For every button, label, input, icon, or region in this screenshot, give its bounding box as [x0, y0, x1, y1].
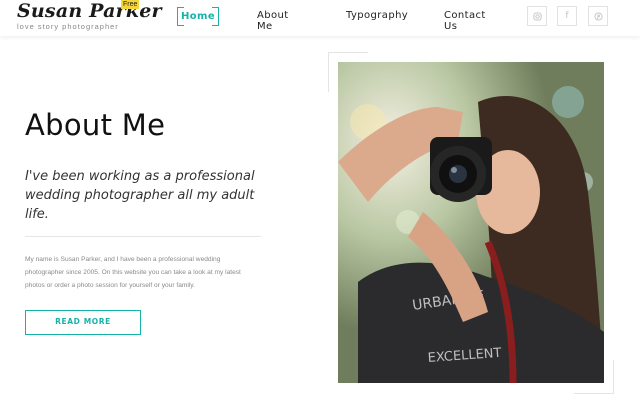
lead-text: I've been working as a professional wedd…	[25, 169, 255, 222]
frame-corner-top	[328, 52, 368, 53]
logo-name[interactable]: Susan Parker	[17, 0, 162, 22]
divider	[25, 236, 261, 237]
free-badge: Free	[121, 0, 140, 9]
nav-contact-us[interactable]: Contact Us	[444, 10, 486, 32]
pinterest-icon[interactable]	[588, 6, 608, 26]
nav-home[interactable]: Home	[177, 7, 219, 26]
nav-about-me[interactable]: About Me	[257, 10, 289, 32]
read-more-button[interactable]: READ MORE	[25, 310, 141, 335]
logo-tagline: love story photographer	[17, 22, 119, 31]
body-text: My name is Susan Parker, and I have been…	[25, 256, 241, 289]
facebook-icon[interactable]: f	[557, 6, 577, 26]
frame-corner-left	[328, 52, 329, 92]
nav-typography[interactable]: Typography	[346, 10, 408, 21]
photographer-photo: URBAN RE EXCELLENT	[338, 62, 604, 383]
instagram-icon[interactable]	[527, 6, 547, 26]
page-title: About Me	[25, 108, 166, 142]
site-logo[interactable]: Susan Parker Free love story photographe…	[17, 0, 162, 32]
frame-corner-right	[613, 360, 614, 394]
frame-corner-bottom	[574, 393, 614, 394]
site-header: Susan Parker Free love story photographe…	[0, 0, 640, 36]
